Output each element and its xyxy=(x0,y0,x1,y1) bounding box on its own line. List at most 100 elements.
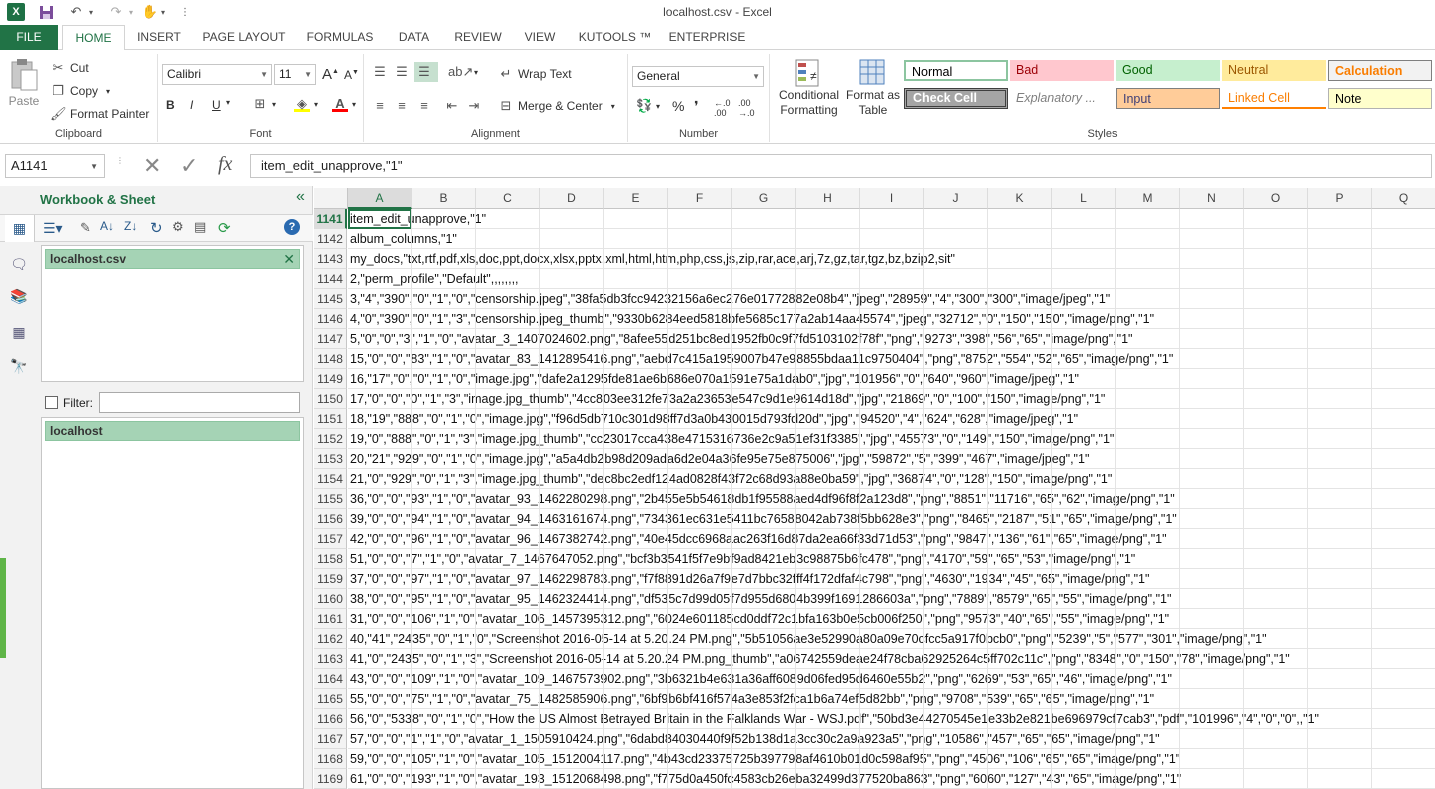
sync-icon[interactable]: ⟳ xyxy=(218,219,231,237)
orientation-button[interactable]: ab↗ ▾ xyxy=(448,64,478,80)
row-header[interactable]: 1153 xyxy=(314,449,347,469)
column-header-g[interactable]: G xyxy=(732,188,796,209)
spreadsheet-grid[interactable]: ABCDEFGHIJKLMNOPQ 1141 item_edit_unapprov… xyxy=(314,188,1435,789)
row-header[interactable]: 1150 xyxy=(314,389,347,409)
cell-style-explanatory[interactable]: Explanatory ... xyxy=(1010,88,1114,109)
table-row[interactable]: 42,"0","0","96","1","0","avatar_96_14673… xyxy=(348,529,1167,549)
decrease-decimal-button[interactable]: .00 →.0 xyxy=(738,98,755,118)
row-header[interactable]: 1164 xyxy=(314,669,347,689)
cell-style-bad[interactable]: Bad xyxy=(1010,60,1114,81)
pane-resize-handle[interactable] xyxy=(0,558,6,658)
table-row[interactable]: 31,"0","0","106","1","0","avatar_106_145… xyxy=(348,609,1169,629)
tab-file[interactable]: FILE xyxy=(0,25,58,50)
column-header-c[interactable]: C xyxy=(476,188,540,209)
align-left-button[interactable]: ≡ xyxy=(372,98,392,114)
name-box[interactable]: A1141 ▼ xyxy=(5,154,105,178)
table-row[interactable]: 16,"17","0","0","1","0","image.jpg","daf… xyxy=(348,369,1079,389)
cancel-icon[interactable]: ✕ xyxy=(143,153,161,179)
filter-input[interactable] xyxy=(99,392,300,413)
column-header-e[interactable]: E xyxy=(604,188,668,209)
list-icon[interactable]: ☰▾ xyxy=(43,220,63,237)
tab-insert[interactable]: INSERT xyxy=(130,25,188,50)
row-header[interactable]: 1148 xyxy=(314,349,347,369)
table-row[interactable]: my_docs,"txt,rtf,pdf,xls,doc,ppt,docx,xl… xyxy=(348,249,955,269)
merge-center-button[interactable]: ⊟ Merge & Center ▾ xyxy=(498,98,615,114)
font-size-select[interactable]: 11 ▼ xyxy=(274,64,316,85)
insert-function-button[interactable]: fx xyxy=(218,153,232,176)
copy-button[interactable]: ❐ Copy ▾ xyxy=(50,83,110,99)
grid-icon[interactable]: ▦ xyxy=(10,324,28,342)
format-as-table-button[interactable]: Format as Table xyxy=(844,58,902,118)
collapse-pane-button[interactable]: « xyxy=(296,188,305,206)
row-header[interactable]: 1163 xyxy=(314,649,347,669)
tab-page-layout[interactable]: PAGE LAYOUT xyxy=(196,25,292,50)
row-header[interactable]: 1156 xyxy=(314,509,347,529)
align-center-button[interactable]: ≡ xyxy=(394,98,414,114)
table-row[interactable]: 56,"0","5338","0","1","0","How the US Al… xyxy=(348,709,1319,729)
row-header[interactable]: 1159 xyxy=(314,569,347,589)
percent-button[interactable]: % xyxy=(672,98,684,114)
select-all-corner[interactable] xyxy=(314,188,348,209)
sort-descending-icon[interactable]: Z↓ xyxy=(124,219,137,233)
table-row[interactable]: 3,"4","390","0","1","0","censorship.jpeg… xyxy=(348,289,1110,309)
tab-enterprise[interactable]: ENTERPRISE xyxy=(666,25,748,50)
column-header-f[interactable]: F xyxy=(668,188,732,209)
fill-color-button[interactable]: ◈ ▾ xyxy=(294,96,318,112)
borders-button[interactable]: ⊞ ▾ xyxy=(252,96,276,112)
row-header[interactable]: 1144 xyxy=(314,269,347,289)
enter-icon[interactable]: ✓ xyxy=(180,153,198,179)
help-icon[interactable]: ? xyxy=(284,219,300,235)
table-row[interactable]: 4,"0","390","0","1","3","censorship.jpeg… xyxy=(348,309,1154,329)
tab-home[interactable]: HOME xyxy=(62,25,125,51)
column-header-p[interactable]: P xyxy=(1308,188,1372,209)
sort-ascending-icon[interactable]: A↓ xyxy=(100,219,114,233)
wrap-text-button[interactable]: ↵ Wrap Text xyxy=(498,66,572,82)
row-header[interactable]: 1160 xyxy=(314,589,347,609)
row-header[interactable]: 1143 xyxy=(314,249,347,269)
table-row[interactable]: 18,"19","888","0","1","0","image.jpg","f… xyxy=(348,409,1078,429)
tab-formulas[interactable]: FORMULAS xyxy=(300,25,380,50)
row-header[interactable]: 1147 xyxy=(314,329,347,349)
row-header[interactable]: 1168 xyxy=(314,749,347,769)
binoculars-icon[interactable]: 🔭 xyxy=(10,358,28,376)
table-row[interactable]: 2,"perm_profile","Default",,,,,,,, xyxy=(348,269,519,289)
bottom-align-button[interactable]: ☰ xyxy=(414,62,438,82)
table-row[interactable]: 59,"0","0","105","1","0","avatar_105_151… xyxy=(348,749,1180,769)
row-header[interactable]: 1167 xyxy=(314,729,347,749)
table-row[interactable]: 41,"0","2435","0","1","3","Screenshot 20… xyxy=(348,649,1290,669)
column-header-j[interactable]: J xyxy=(924,188,988,209)
table-row[interactable]: album_columns,"1" xyxy=(348,229,457,249)
align-right-button[interactable]: ≡ xyxy=(416,98,436,114)
table-row[interactable]: 40,"41","2435","0","1","0","Screenshot 2… xyxy=(348,629,1267,649)
row-header[interactable]: 1141 xyxy=(314,209,347,229)
comment-icon[interactable]: 🗨 xyxy=(10,256,28,274)
cell-style-linked-cell[interactable]: Linked Cell xyxy=(1222,88,1326,109)
column-header-o[interactable]: O xyxy=(1244,188,1308,209)
table-row[interactable]: 39,"0","0","94","1","0","avatar_94_14631… xyxy=(348,509,1177,529)
row-header[interactable]: 1165 xyxy=(314,689,347,709)
row-header[interactable]: 1152 xyxy=(314,429,347,449)
font-color-button[interactable]: A ▾ xyxy=(332,96,356,112)
books-icon[interactable]: 📚 xyxy=(10,288,28,306)
table-row[interactable]: 37,"0","0","97","1","0","avatar_97_14622… xyxy=(348,569,1149,589)
cell-style-good[interactable]: Good xyxy=(1116,60,1220,81)
increase-decimal-button[interactable]: ←.0.00 xyxy=(714,98,731,118)
column-header-k[interactable]: K xyxy=(988,188,1052,209)
column-header-d[interactable]: D xyxy=(540,188,604,209)
cell-style-normal[interactable]: Normal xyxy=(904,60,1008,81)
column-header-q[interactable]: Q xyxy=(1372,188,1435,209)
row-header[interactable]: 1146 xyxy=(314,309,347,329)
middle-align-button[interactable]: ☰ xyxy=(394,64,414,80)
paste-button[interactable]: Paste xyxy=(6,58,42,118)
column-header-i[interactable]: I xyxy=(860,188,924,209)
filter-checkbox[interactable] xyxy=(45,396,58,409)
cut-button[interactable]: ✂ Cut xyxy=(50,60,89,76)
underline-button[interactable]: U xyxy=(212,98,221,112)
cell-style-check-cell[interactable]: Check Cell xyxy=(904,88,1008,109)
row-header[interactable]: 1145 xyxy=(314,289,347,309)
edit-icon[interactable]: ✎ xyxy=(80,220,91,236)
refresh-icon[interactable]: ↻ xyxy=(150,219,163,237)
table-row[interactable]: 57,"0","0","1","1","0","avatar_1_1505910… xyxy=(348,729,1160,749)
format-painter-button[interactable]: 🖌 Format Painter xyxy=(50,106,149,122)
table-row[interactable]: 61,"0","0","193","1","0","avatar_193_151… xyxy=(348,769,1181,789)
